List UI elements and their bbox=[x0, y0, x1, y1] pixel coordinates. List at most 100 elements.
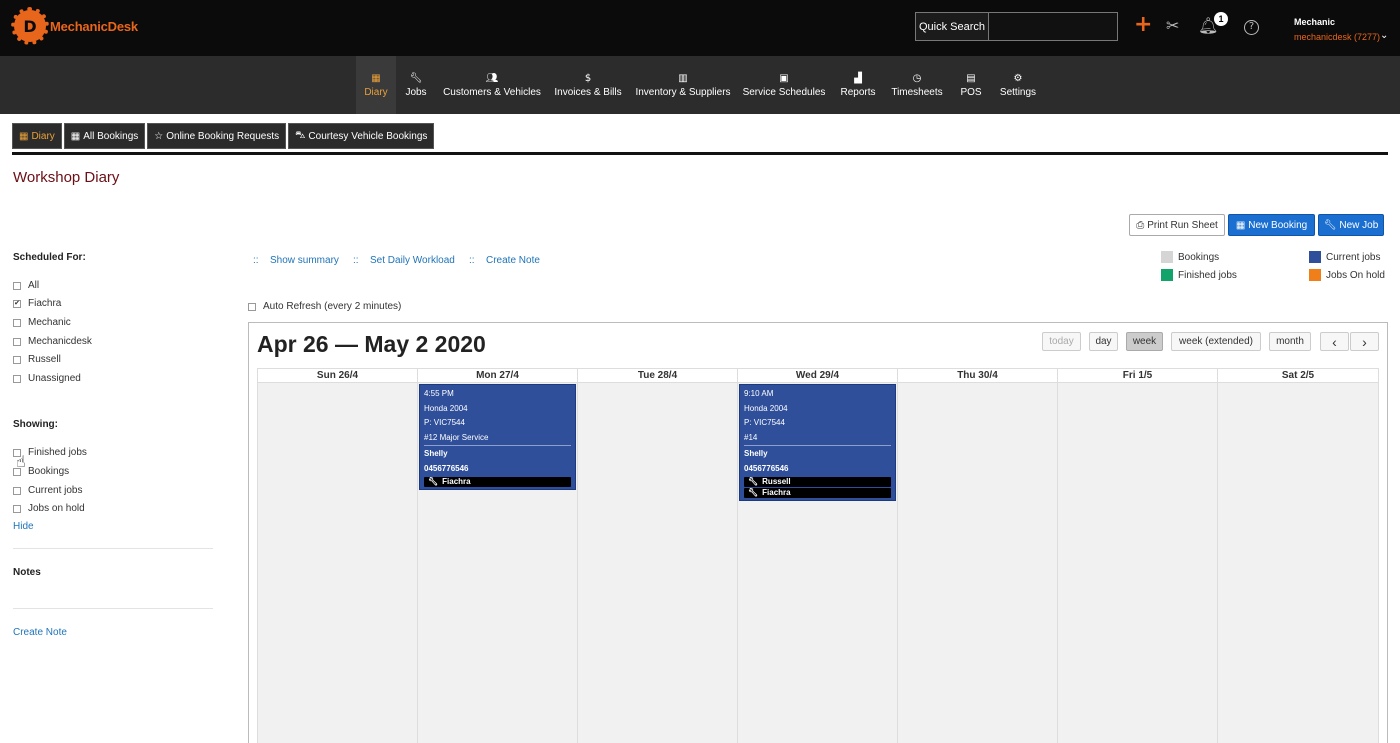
day-column[interactable]: Mon 27/4 4:55 PM Honda 2004 P: VIC7544 #… bbox=[417, 368, 577, 743]
auto-refresh-row[interactable]: Auto Refresh (every 2 minutes) bbox=[248, 301, 401, 312]
nav-customers-vehicles[interactable]: 👥︎ Customers & Vehicles bbox=[440, 56, 544, 114]
new-job-button[interactable]: 🔧︎ New Job bbox=[1318, 214, 1384, 236]
showing-heading: Showing: bbox=[13, 419, 58, 430]
chevron-left-icon: ‹ bbox=[1332, 333, 1337, 350]
nav-jobs[interactable]: 🔧︎ Jobs bbox=[398, 56, 434, 114]
filter-mechanic[interactable]: Mechanic bbox=[13, 317, 71, 328]
day-view-button[interactable]: day bbox=[1089, 332, 1118, 351]
filter-unassigned[interactable]: Unassigned bbox=[13, 373, 81, 384]
legend-swatch bbox=[1309, 269, 1321, 281]
users-icon: 👥︎ bbox=[485, 72, 499, 84]
day-header: Sat 2/5 bbox=[1218, 368, 1378, 383]
event-plate: P: VIC7544 bbox=[424, 418, 465, 427]
event-mechanic: 🔧︎ Fiachra bbox=[424, 477, 571, 487]
week-view-button[interactable]: week bbox=[1126, 332, 1163, 351]
filter-fiachra[interactable]: ✔ Fiachra bbox=[13, 298, 61, 309]
nav-settings[interactable]: ⚙ Settings bbox=[996, 56, 1040, 114]
show-jobs-on-hold[interactable]: Jobs on hold bbox=[13, 503, 85, 514]
checkbox-checked[interactable]: ✔ bbox=[13, 299, 21, 308]
app-logo[interactable]: D MechanicDesk bbox=[11, 7, 138, 45]
filter-mechanicdesk[interactable]: Mechanicdesk bbox=[13, 336, 92, 347]
print-run-sheet-button[interactable]: ⎙ Print Run Sheet bbox=[1129, 214, 1225, 236]
chevron-down-icon[interactable]: ⌄ bbox=[1380, 30, 1388, 41]
dollar-icon: $ bbox=[584, 72, 592, 84]
notification-badge: 1 bbox=[1214, 12, 1228, 26]
quick-search-label[interactable]: Quick Search bbox=[915, 12, 989, 41]
filter-all[interactable]: All bbox=[13, 280, 39, 291]
checkbox[interactable] bbox=[13, 374, 21, 383]
tools-icon[interactable]: ✂ bbox=[1166, 16, 1179, 35]
legend-jobs-on-hold: Jobs On hold bbox=[1309, 269, 1385, 281]
event-divider bbox=[424, 445, 571, 446]
event-customer: Shelly bbox=[424, 449, 448, 458]
day-header: Fri 1/5 bbox=[1058, 368, 1217, 383]
gear-logo-icon: D bbox=[11, 7, 49, 45]
logo-text: MechanicDesk bbox=[50, 18, 138, 34]
tab-courtesy-vehicle-bookings[interactable]: ⛍ Courtesy Vehicle Bookings bbox=[288, 123, 435, 149]
nav-label: POS bbox=[960, 86, 982, 98]
nav-reports[interactable]: ▟ Reports bbox=[836, 56, 880, 114]
sidebar-create-note-link[interactable]: Create Note bbox=[13, 627, 67, 638]
nav-label: Timesheets bbox=[891, 86, 943, 98]
tab-all-bookings[interactable]: ▦ All Bookings bbox=[63, 123, 146, 149]
show-current-jobs[interactable]: Current jobs bbox=[13, 485, 82, 496]
filter-russell[interactable]: Russell bbox=[13, 354, 61, 365]
wrench-icon: 🔧︎ bbox=[1323, 219, 1337, 231]
create-note-link[interactable]: Create Note bbox=[486, 255, 540, 266]
checkbox[interactable] bbox=[13, 486, 21, 495]
next-button[interactable]: › bbox=[1350, 332, 1379, 351]
nav-service-schedules[interactable]: ▣ Service Schedules bbox=[742, 56, 826, 114]
event-plate: P: VIC7544 bbox=[744, 418, 785, 427]
day-column[interactable]: Thu 30/4 bbox=[897, 368, 1057, 743]
day-header: Mon 27/4 bbox=[418, 368, 577, 383]
day-column[interactable]: Sun 26/4 bbox=[257, 368, 417, 743]
help-icon[interactable]: ? bbox=[1244, 20, 1259, 35]
day-column[interactable]: Tue 28/4 bbox=[577, 368, 737, 743]
plus-icon[interactable]: + bbox=[1134, 12, 1152, 37]
show-summary-link[interactable]: Show summary bbox=[270, 255, 339, 266]
tab-diary[interactable]: ▦ Diary bbox=[12, 123, 62, 149]
wrench-icon: 🔧︎ bbox=[409, 72, 423, 84]
store-icon: ▤ bbox=[966, 72, 976, 84]
nav-label: Reports bbox=[840, 86, 876, 98]
checkbox[interactable] bbox=[13, 504, 21, 513]
nav-diary[interactable]: ▦ Diary bbox=[356, 56, 396, 114]
month-view-button[interactable]: month bbox=[1269, 332, 1311, 351]
legend-swatch bbox=[1161, 269, 1173, 281]
warehouse-icon: ▥ bbox=[678, 72, 688, 84]
calendar-title: Apr 26 — May 2 2020 bbox=[257, 331, 486, 357]
prev-button[interactable]: ‹ bbox=[1320, 332, 1349, 351]
day-column[interactable]: Wed 29/4 9:10 AM Honda 2004 P: VIC7544 #… bbox=[737, 368, 897, 743]
checkbox[interactable] bbox=[13, 281, 21, 290]
today-button[interactable]: today bbox=[1042, 332, 1081, 351]
checkbox[interactable] bbox=[13, 355, 21, 364]
calendar-icon: ▦ bbox=[371, 72, 381, 84]
nav-label: Inventory & Suppliers bbox=[635, 86, 731, 98]
user-account[interactable]: mechanicdesk (7277) bbox=[1294, 32, 1380, 42]
job-event[interactable]: 9:10 AM Honda 2004 P: VIC7544 #14 Shelly… bbox=[739, 384, 896, 501]
new-booking-button[interactable]: ▦ New Booking bbox=[1228, 214, 1315, 236]
nav-timesheets[interactable]: ◷ Timesheets bbox=[888, 56, 946, 114]
event-phone: 0456776546 bbox=[424, 463, 469, 473]
nav-inventory-suppliers[interactable]: ▥ Inventory & Suppliers bbox=[634, 56, 732, 114]
day-column[interactable]: Sat 2/5 bbox=[1217, 368, 1379, 743]
hide-link[interactable]: Hide bbox=[13, 521, 34, 532]
set-daily-workload-link[interactable]: Set Daily Workload bbox=[370, 255, 455, 266]
nav-label: Service Schedules bbox=[742, 86, 826, 98]
quick-search-input[interactable] bbox=[988, 12, 1118, 41]
checkbox[interactable] bbox=[13, 318, 21, 327]
top-bar: D MechanicDesk Quick Search + ✂ 🔔︎ 1 ? M… bbox=[0, 0, 1400, 56]
print-icon: ⎙ bbox=[1136, 219, 1145, 231]
legend-swatch bbox=[1309, 251, 1321, 263]
tab-online-booking-requests[interactable]: ☆ Online Booking Requests bbox=[147, 123, 287, 149]
event-vehicle: Honda 2004 bbox=[424, 403, 468, 413]
event-phone: 0456776546 bbox=[744, 463, 789, 473]
week-extended-view-button[interactable]: week (extended) bbox=[1171, 332, 1261, 351]
checkbox[interactable] bbox=[13, 337, 21, 346]
nav-invoices-bills[interactable]: $ Invoices & Bills bbox=[552, 56, 624, 114]
day-column[interactable]: Fri 1/5 bbox=[1057, 368, 1217, 743]
user-role[interactable]: Mechanic bbox=[1294, 17, 1335, 27]
nav-pos[interactable]: ▤ POS bbox=[956, 56, 986, 114]
job-event[interactable]: 4:55 PM Honda 2004 P: VIC7544 #12 Major … bbox=[419, 384, 576, 490]
auto-refresh-checkbox[interactable] bbox=[248, 302, 256, 311]
